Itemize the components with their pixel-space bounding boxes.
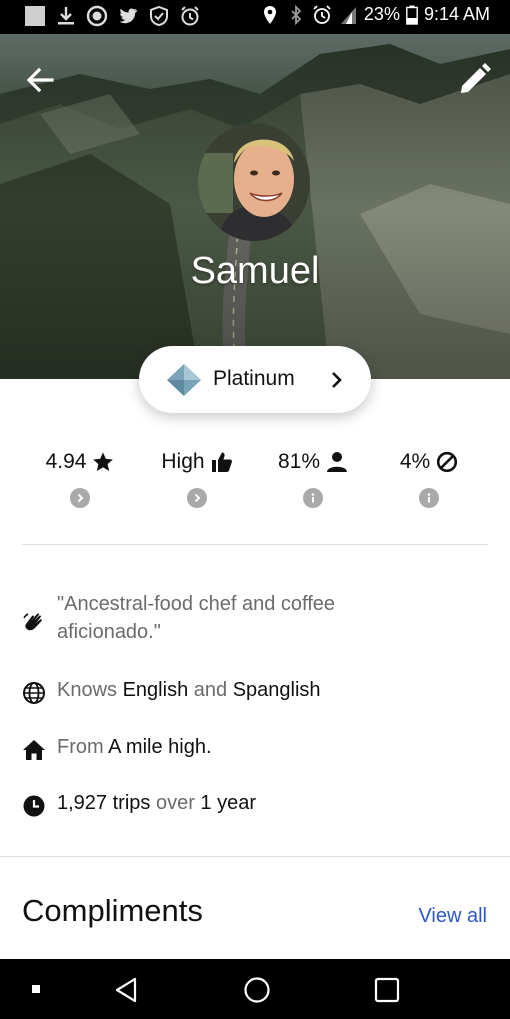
bluetooth-icon <box>291 4 302 25</box>
alarm-icon <box>313 4 331 24</box>
avatar <box>198 123 310 241</box>
compliments-stat[interactable]: High <box>139 448 255 512</box>
compliments-heading: Compliments <box>22 893 203 928</box>
location-icon <box>263 5 276 24</box>
languages-and: and <box>193 679 228 701</box>
globe-icon <box>23 682 45 704</box>
chevron-circle-icon[interactable] <box>70 488 90 508</box>
from-prefix: From <box>57 736 104 758</box>
bio-text: "Ancestral-food chef and coffee <box>57 593 336 615</box>
back-triangle-icon[interactable] <box>114 977 140 1003</box>
chevron-right-icon <box>332 372 342 388</box>
info-circle-icon[interactable] <box>419 488 439 508</box>
language-spanglish: Spanglish <box>232 679 321 701</box>
bio-row: "Ancestral-food chef and coffee aficiona… <box>22 590 488 650</box>
lte-signal-icon <box>340 6 356 24</box>
shield-icon <box>150 5 168 27</box>
languages-prefix: Knows <box>57 679 118 701</box>
hometown-row: From A mile high. <box>22 733 488 763</box>
rating-value: 4.94 <box>45 450 87 473</box>
divider <box>0 856 510 857</box>
hometown-value: A mile high. <box>108 736 212 758</box>
battery-icon <box>406 5 418 25</box>
profile-header: Samuel <box>0 34 510 379</box>
wave-hand-icon <box>23 613 42 631</box>
clock-icon <box>23 795 45 817</box>
trips-count: 1,927 trips <box>57 792 151 814</box>
home-circle-icon[interactable] <box>243 976 271 1004</box>
status-bar: 23% 9:14 AM <box>0 0 510 34</box>
menu-dot-icon[interactable] <box>31 984 41 994</box>
compliments-level: High <box>161 450 205 473</box>
sync-icon <box>86 5 108 27</box>
language-english: English <box>122 679 189 701</box>
notification-icon <box>25 6 45 26</box>
cancellation-stat[interactable]: 4% <box>371 448 487 512</box>
person-icon <box>327 452 348 472</box>
divider <box>22 544 488 545</box>
rider-name: Samuel <box>190 250 320 292</box>
languages-row: Knows English and Spanglish <box>22 676 488 706</box>
cancellation-rate: 4% <box>399 450 431 473</box>
download-icon <box>58 7 74 25</box>
chevron-circle-icon[interactable] <box>187 488 207 508</box>
view-all-link[interactable]: View all <box>418 905 487 928</box>
rider-stats: 4.94 High 81% 4% <box>22 448 488 512</box>
system-nav-bar <box>0 959 510 1019</box>
tier-label: Platinum <box>213 367 295 390</box>
trips-row: 1,927 trips over 1 year <box>22 789 488 819</box>
pencil-icon[interactable] <box>456 60 494 98</box>
battery-percent: 23% <box>363 4 400 24</box>
acceptance-stat[interactable]: 81% <box>255 448 371 512</box>
home-icon <box>23 740 45 760</box>
info-circle-icon[interactable] <box>303 488 323 508</box>
recents-square-icon[interactable] <box>374 977 400 1003</box>
arrow-left-icon[interactable] <box>22 62 58 98</box>
block-icon <box>437 451 458 473</box>
rating-stat[interactable]: 4.94 <box>22 448 138 512</box>
acceptance-rate: 81% <box>277 450 321 473</box>
alarm-icon <box>181 6 199 26</box>
trips-duration: 1 year <box>200 792 257 814</box>
star-icon <box>93 452 114 471</box>
clock: 9:14 AM <box>423 4 490 24</box>
diamond-icon <box>167 364 201 396</box>
bio-text-line-2: aficionado." <box>57 621 161 643</box>
twitter-icon <box>119 8 137 24</box>
thumbs-up-icon <box>211 452 232 472</box>
trips-over: over <box>155 792 195 814</box>
